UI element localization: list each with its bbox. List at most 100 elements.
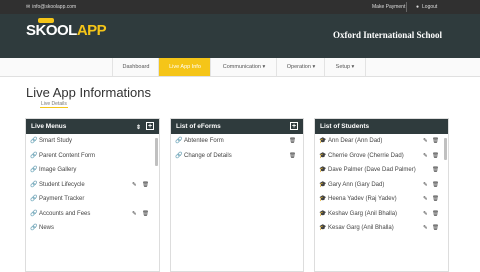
delete-icon[interactable]: 🗑: [142, 178, 149, 193]
edit-icon[interactable]: ✎: [423, 149, 428, 164]
student-item[interactable]: 🎓 Gary Ann (Gary Dad) ✎ 🗑: [315, 178, 448, 193]
graduation-cap-icon: 🎓: [319, 167, 327, 173]
graduation-cap-icon: 🎓: [319, 196, 327, 202]
edit-icon[interactable]: ✎: [423, 192, 428, 207]
delete-icon[interactable]: 🗑: [432, 149, 439, 164]
menu-item-label: Student Lifecycle: [39, 181, 85, 188]
delete-icon[interactable]: 🗑: [432, 134, 439, 149]
link-icon: 🔗: [30, 196, 38, 202]
user-icon: ●: [416, 4, 420, 10]
student-name: Cherrie Grove (Cherrie Dad): [328, 152, 404, 159]
logo[interactable]: SKOOLAPP: [26, 22, 107, 39]
mail-icon: ✉: [26, 4, 31, 10]
student-item[interactable]: 🎓 Keshav Garg (Anil Bhalla) ✎ 🗑: [315, 207, 448, 222]
logo-part2: APP: [76, 22, 107, 39]
eforms-title: List of eForms: [176, 123, 221, 130]
eform-item[interactable]: 🔗 Change of Details 🗑: [171, 149, 303, 164]
breadcrumb[interactable]: Live Details: [40, 101, 68, 108]
logout-link[interactable]: ● Logout: [416, 4, 437, 10]
delete-icon[interactable]: 🗑: [289, 134, 296, 149]
top-bar: ✉ info@skoolapp.com Make Payment ● Logou…: [0, 0, 480, 14]
menu-item-label: Payment Tracker: [39, 196, 85, 202]
live-menus-panel: Live Menus ⇕ + 🔗 Smart Study 🔗 Parent Cont…: [25, 118, 160, 272]
menu-item[interactable]: 🔗 Payment Tracker: [26, 192, 159, 207]
link-icon: 🔗: [175, 152, 183, 159]
delete-icon[interactable]: 🗑: [432, 221, 439, 236]
menu-item-label: Image Gallery: [39, 167, 77, 173]
graduation-cap-icon: 🎓: [319, 225, 327, 231]
eform-item-label: Change of Details: [184, 152, 232, 159]
link-icon: 🔗: [30, 225, 38, 231]
student-name: Heena Yadev (Raj Yadev): [328, 196, 397, 202]
nav-operation[interactable]: Operation ▾: [276, 58, 325, 76]
edit-icon[interactable]: ✎: [423, 207, 428, 222]
student-name: Dave Palmer (Dave Dad Palmer): [328, 167, 416, 173]
delete-icon[interactable]: 🗑: [142, 207, 149, 222]
scrollbar[interactable]: [155, 138, 158, 166]
main-nav: Dashboard Live App Info Communication ▾ …: [0, 58, 480, 77]
email-contact[interactable]: ✉ info@skoolapp.com: [26, 4, 76, 10]
edit-icon[interactable]: ✎: [423, 221, 428, 236]
graduation-cap-icon: 🎓: [319, 152, 327, 159]
divider: [406, 2, 407, 12]
student-name: Keshav Garg (Anil Bhalla): [328, 210, 398, 217]
student-name: Ann Dear (Ann Dad): [328, 138, 383, 144]
menu-item-label: News: [39, 225, 55, 231]
menu-item-label: Accounts and Fees: [39, 210, 91, 217]
delete-icon[interactable]: 🗑: [432, 178, 439, 193]
menu-item[interactable]: 🔗 News: [26, 221, 159, 236]
nav-live-app-info[interactable]: Live App Info: [158, 58, 211, 76]
delete-icon[interactable]: 🗑: [432, 163, 439, 178]
nav-setup[interactable]: Setup ▾: [324, 58, 366, 76]
edit-icon[interactable]: ✎: [423, 134, 428, 149]
link-icon: 🔗: [30, 181, 38, 188]
eforms-header: List of eForms +: [171, 119, 303, 134]
graduation-cap-icon: 🎓: [319, 181, 327, 188]
delete-icon[interactable]: 🗑: [432, 192, 439, 207]
link-icon: 🔗: [30, 152, 38, 159]
delete-icon[interactable]: 🗑: [432, 207, 439, 222]
eform-item[interactable]: 🔗 Abtentee Form 🗑: [171, 134, 303, 149]
students-title: List of Students: [320, 123, 370, 130]
graduation-cap-icon: 🎓: [319, 138, 327, 144]
add-menu-button[interactable]: +: [146, 122, 154, 130]
menu-item[interactable]: 🔗 Parent Content Form: [26, 149, 159, 164]
menu-item[interactable]: 🔗 Student Lifecycle ✎ 🗑: [26, 178, 159, 193]
menu-item-label: Parent Content Form: [39, 152, 96, 159]
student-name: Gary Ann (Gary Dad): [328, 181, 385, 188]
scrollbar[interactable]: [444, 138, 447, 160]
students-panel: List of Students 🎓 Ann Dear (Ann Dad) ✎ 🗑 …: [314, 118, 449, 272]
add-eform-button[interactable]: +: [290, 122, 298, 130]
student-item[interactable]: 🎓 Kesav Garg (Anil Bhalla) ✎ 🗑: [315, 221, 448, 236]
link-icon: 🔗: [30, 167, 38, 173]
school-name: Oxford International School: [332, 30, 442, 40]
edit-icon[interactable]: ✎: [423, 178, 428, 193]
eforms-panel: List of eForms + 🔗 Abtentee Form 🗑 🔗 Chang…: [170, 118, 304, 272]
edit-icon[interactable]: ✎: [132, 207, 137, 222]
edit-icon[interactable]: ✎: [132, 178, 137, 193]
logo-part1: SKOOL: [26, 22, 77, 39]
delete-icon[interactable]: 🗑: [289, 149, 296, 164]
nav-dashboard[interactable]: Dashboard: [112, 58, 159, 76]
student-name: Kesav Garg (Anil Bhalla): [328, 225, 394, 231]
students-header: List of Students: [315, 119, 448, 134]
eform-item-label: Abtentee Form: [184, 138, 224, 144]
menu-item[interactable]: 🔗 Image Gallery: [26, 163, 159, 178]
student-item[interactable]: 🎓 Ann Dear (Ann Dad) ✎ 🗑: [315, 134, 448, 149]
page-title: Live App Informations: [26, 85, 152, 100]
menu-item[interactable]: 🔗 Accounts and Fees ✎ 🗑: [26, 207, 159, 222]
link-icon: 🔗: [175, 138, 183, 144]
link-icon: 🔗: [30, 210, 38, 217]
link-icon: 🔗: [30, 138, 38, 144]
make-payment-link[interactable]: Make Payment: [372, 4, 405, 10]
student-item[interactable]: 🎓 Cherrie Grove (Cherrie Dad) ✎ 🗑: [315, 149, 448, 164]
graduation-cap-icon: 🎓: [319, 210, 327, 217]
menu-item[interactable]: 🔗 Smart Study: [26, 134, 159, 149]
student-item[interactable]: 🎓 Dave Palmer (Dave Dad Palmer) 🗑: [315, 163, 448, 178]
live-menus-header: Live Menus ⇕ +: [26, 119, 159, 134]
menu-item-label: Smart Study: [39, 138, 73, 144]
logout-label: Logout: [422, 4, 438, 10]
student-item[interactable]: 🎓 Heena Yadev (Raj Yadev) ✎ 🗑: [315, 192, 448, 207]
email-text: info@skoolapp.com: [32, 4, 77, 10]
nav-communication[interactable]: Communication ▾: [210, 58, 277, 76]
